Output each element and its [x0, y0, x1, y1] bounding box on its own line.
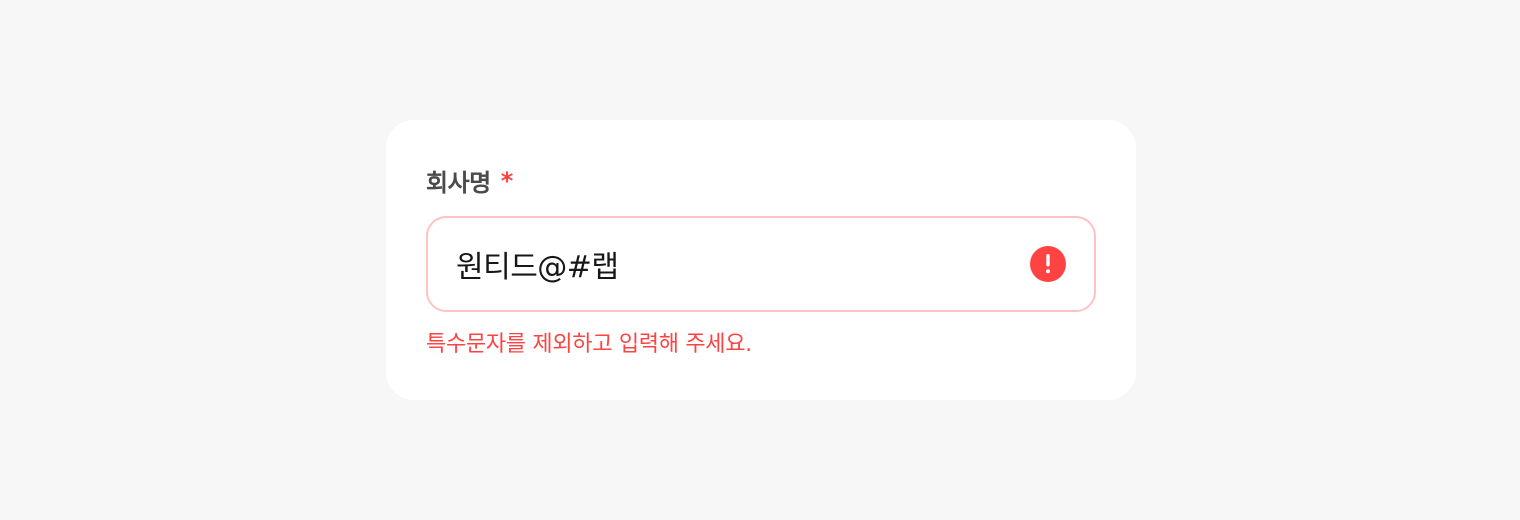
company-name-field[interactable]: [426, 216, 1096, 312]
form-card: 회사명 * 특수문자를 제외하고 입력해 주세요.: [386, 120, 1136, 400]
field-label-row: 회사명 *: [426, 164, 514, 197]
exclamation-circle-icon: [1030, 246, 1066, 282]
error-message: 특수문자를 제외하고 입력해 주세요.: [426, 332, 752, 357]
company-name-label: 회사명: [426, 168, 491, 197]
company-name-input[interactable]: [456, 218, 1016, 310]
required-asterisk: *: [500, 167, 514, 195]
